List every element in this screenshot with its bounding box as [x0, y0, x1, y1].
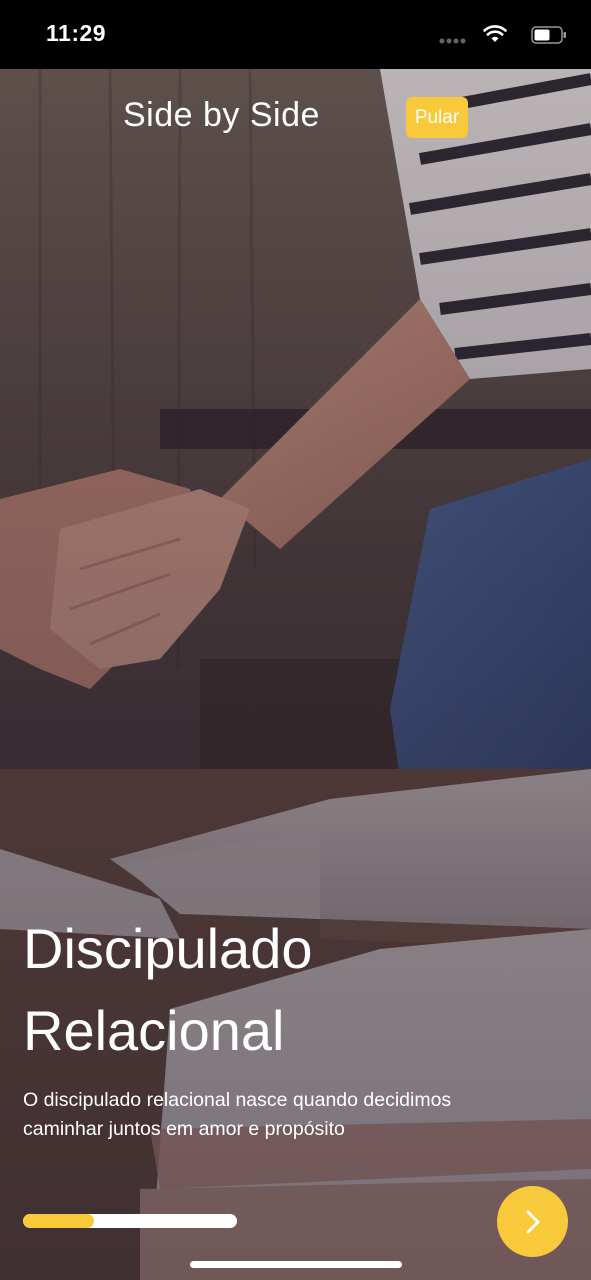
- progress-fill: [23, 1214, 94, 1228]
- onboarding-headline: Discipulado Relacional: [23, 908, 543, 1072]
- description-line-1: O discipulado relacional nasce quando de…: [23, 1089, 452, 1111]
- home-indicator: [190, 1261, 402, 1268]
- headline-line-2: Relacional: [23, 999, 285, 1062]
- app-title: Side by Side: [123, 96, 320, 134]
- onboarding-progress: [23, 1214, 237, 1228]
- next-button[interactable]: [497, 1186, 568, 1257]
- headline-line-1: Discipulado: [23, 917, 313, 980]
- description-line-2: caminhar juntos em amor e propósito: [23, 1118, 345, 1140]
- onboarding-description: O discipulado relacional nasce quando de…: [23, 1086, 543, 1144]
- signal-dots-icon: [439, 38, 466, 44]
- status-bar: 11:29: [0, 0, 591, 69]
- chevron-right-icon: [526, 1210, 539, 1233]
- wifi-icon: [483, 25, 507, 42]
- skip-button[interactable]: Pular: [406, 97, 468, 138]
- battery-icon: [531, 26, 566, 44]
- status-time: 11:29: [46, 20, 107, 46]
